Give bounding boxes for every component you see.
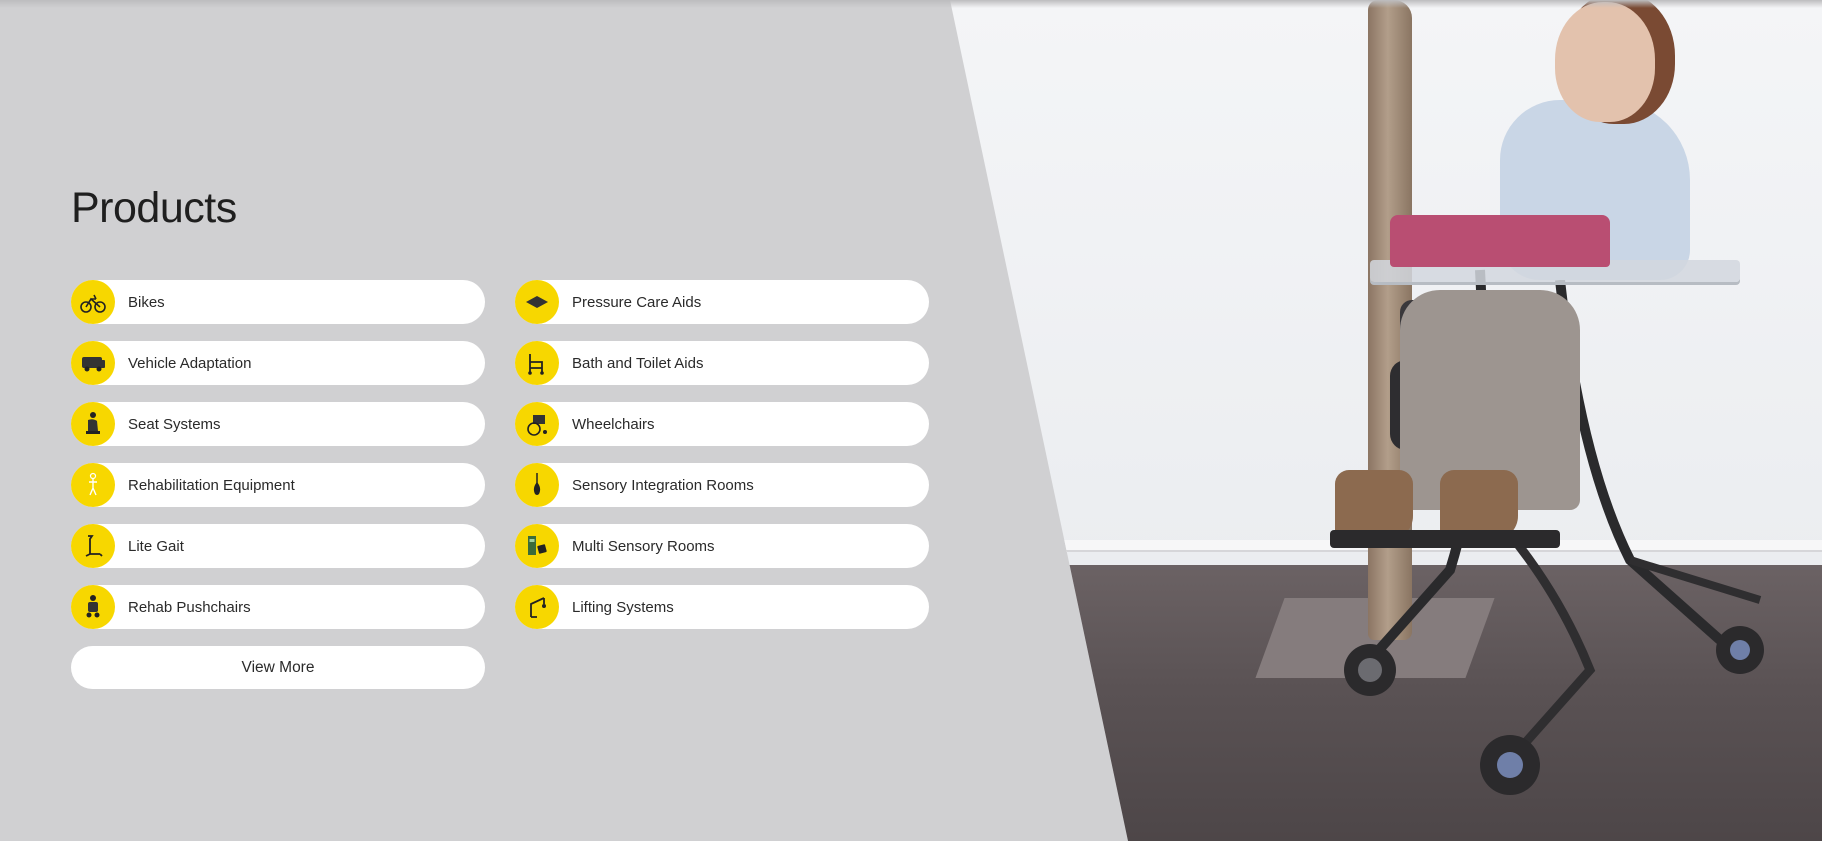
category-label: Rehab Pushchairs xyxy=(128,598,251,616)
top-shadow xyxy=(0,0,1822,8)
seat-icon xyxy=(71,402,115,446)
cushion-icon xyxy=(515,280,559,324)
sensory-panel-icon xyxy=(515,524,559,568)
pushchair-icon xyxy=(71,585,115,629)
category-multi-sensory-rooms[interactable]: Multi Sensory Rooms xyxy=(515,524,929,568)
swing-icon xyxy=(515,463,559,507)
category-wheelchairs[interactable]: Wheelchairs xyxy=(515,402,929,446)
category-label: Sensory Integration Rooms xyxy=(572,476,754,494)
category-label: Multi Sensory Rooms xyxy=(572,537,715,555)
photo-footplate xyxy=(1330,530,1560,548)
category-label: Bath and Toilet Aids xyxy=(572,354,704,372)
category-rehab-pushchairs[interactable]: Rehab Pushchairs xyxy=(71,585,485,629)
gait-frame-icon xyxy=(71,524,115,568)
category-sensory-integration-rooms[interactable]: Sensory Integration Rooms xyxy=(515,463,929,507)
photo-tray-box xyxy=(1390,215,1610,267)
category-label: Lifting Systems xyxy=(572,598,674,616)
category-vehicle-adaptation[interactable]: Vehicle Adaptation xyxy=(71,341,485,385)
category-label: Pressure Care Aids xyxy=(572,293,702,311)
photo-child-head xyxy=(1555,2,1655,122)
category-bikes[interactable]: Bikes xyxy=(71,280,485,324)
category-label: Rehabilitation Equipment xyxy=(128,476,295,494)
view-more-button[interactable]: View More xyxy=(71,646,485,689)
wheelchair-icon xyxy=(515,402,559,446)
category-bath-and-toilet-aids[interactable]: Bath and Toilet Aids xyxy=(515,341,929,385)
bath-chair-icon xyxy=(515,341,559,385)
category-pressure-care-aids[interactable]: Pressure Care Aids xyxy=(515,280,929,324)
figure-icon xyxy=(71,463,115,507)
category-seat-systems[interactable]: Seat Systems xyxy=(71,402,485,446)
bike-icon xyxy=(71,280,115,324)
category-lite-gait[interactable]: Lite Gait xyxy=(71,524,485,568)
category-label: Bikes xyxy=(128,293,165,311)
category-label: Lite Gait xyxy=(128,537,184,555)
category-lifting-systems[interactable]: Lifting Systems xyxy=(515,585,929,629)
category-label: Seat Systems xyxy=(128,415,221,433)
category-label: Vehicle Adaptation xyxy=(128,354,252,372)
category-rehabilitation-equipment[interactable]: Rehabilitation Equipment xyxy=(71,463,485,507)
hoist-icon xyxy=(515,585,559,629)
category-label: Wheelchairs xyxy=(572,415,655,433)
page-title: Products xyxy=(71,184,237,232)
van-icon xyxy=(71,341,115,385)
